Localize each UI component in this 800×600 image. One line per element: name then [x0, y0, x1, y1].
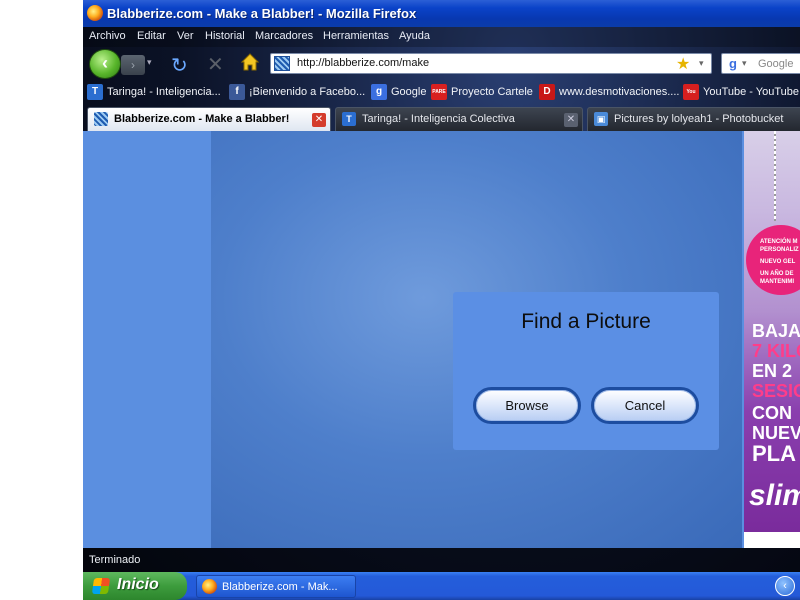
bookmark-favicon-icon: f	[229, 84, 245, 100]
dialog-heading: Find a Picture	[521, 310, 651, 333]
search-box[interactable]: g ▾ Google	[721, 53, 800, 74]
menu-ver[interactable]: Ver	[177, 30, 194, 42]
url-text[interactable]: http://blabberize.com/make	[297, 57, 429, 69]
bookmarks-toolbar: T Taringa! - Inteligencia... f ¡Bienvenido …	[83, 81, 800, 105]
left-margin-panel	[83, 131, 211, 548]
tab-label: Blabberize.com - Make a Blabber!	[114, 113, 290, 125]
google-search-engine-icon[interactable]: g	[725, 56, 741, 72]
bookmark-favicon-icon: T	[87, 84, 103, 100]
tab-strip: Blabberize.com - Make a Blabber! ✕ T Tar…	[83, 105, 800, 131]
menu-editar[interactable]: Editar	[137, 30, 166, 42]
taskbar: Inicio Blabberize.com - Mak... ‹	[83, 572, 800, 600]
blabberize-favicon-icon	[94, 112, 108, 126]
home-icon[interactable]	[241, 53, 259, 71]
ad-headline: SESION	[752, 381, 800, 401]
address-bar[interactable]: http://blabberize.com/make ★ ▾	[270, 53, 712, 74]
search-engine-dropdown-icon[interactable]: ▾	[742, 58, 747, 69]
taskbar-item-label: Blabberize.com - Mak...	[222, 581, 338, 593]
firefox-icon	[87, 5, 103, 21]
site-favicon-icon	[274, 56, 290, 71]
desktop-background	[0, 0, 83, 600]
ad-brand-logo: slim	[749, 479, 800, 512]
stop-button[interactable]: ✕	[207, 52, 224, 77]
bookmark-label: Google	[391, 86, 427, 98]
ad-headline: PLA	[752, 441, 796, 466]
windows-logo-icon	[91, 578, 111, 594]
close-tab-icon[interactable]: ✕	[564, 113, 578, 127]
bookmark-star-icon[interactable]: ★	[676, 54, 690, 74]
menu-historial[interactable]: Historial	[205, 30, 245, 42]
tab-label: Pictures by lolyeah1 - Photobucket	[614, 113, 784, 125]
necklace-image	[774, 131, 776, 221]
start-label: Inicio	[117, 576, 159, 593]
reload-button[interactable]: ↻	[171, 53, 188, 78]
start-button[interactable]: Inicio	[83, 572, 187, 600]
menu-archivo[interactable]: Archivo	[89, 30, 126, 42]
back-button[interactable]: ‹	[89, 49, 121, 79]
tab-photobucket[interactable]: ▣ Pictures by lolyeah1 - Photobucket	[587, 107, 800, 131]
forward-button[interactable]: ›	[121, 55, 145, 75]
browse-button[interactable]: Browse	[473, 387, 581, 424]
navigation-toolbar: ‹ › ▾ ↻ ✕ http://blabberize.com/make ★ ▾…	[83, 47, 800, 81]
status-bar: Terminado	[83, 548, 800, 572]
history-dropdown-icon[interactable]: ▾	[147, 57, 152, 68]
photobucket-favicon-icon: ▣	[594, 112, 608, 126]
ad-headline: 7 KILO	[752, 341, 800, 361]
firefox-window: Blabberize.com - Make a Blabber! - Mozil…	[83, 0, 800, 572]
ad-headline: BAJA	[752, 321, 800, 341]
tab-taringa[interactable]: T Taringa! - Inteligencia Colectiva ✕	[335, 107, 583, 131]
tray-expand-button[interactable]: ‹	[775, 576, 795, 596]
page-content: Find a Picture Browse Cancel ATENCIÓN M …	[83, 131, 800, 548]
close-tab-icon[interactable]: ✕	[312, 113, 326, 127]
bookmark-label: ¡Bienvenido a Facebo...	[249, 86, 366, 98]
menu-bar: Archivo Editar Ver Historial Marcadores …	[83, 27, 800, 47]
cancel-button[interactable]: Cancel	[591, 387, 699, 424]
ad-headline: CON	[752, 403, 792, 423]
bookmark-favicon-icon: PARE	[431, 84, 447, 100]
bookmark-label: Proyecto Cartele	[451, 86, 533, 98]
taskbar-item-firefox[interactable]: Blabberize.com - Mak...	[196, 575, 356, 598]
find-picture-dialog: Find a Picture Browse Cancel	[453, 292, 719, 450]
bookmark-favicon-icon: D	[539, 84, 555, 100]
ad-badge-text: MANTENIMI	[760, 279, 794, 285]
ad-badge-text: UN AÑO DE	[760, 271, 794, 277]
url-dropdown-icon[interactable]: ▾	[699, 58, 704, 69]
title-bar[interactable]: Blabberize.com - Make a Blabber! - Mozil…	[83, 0, 800, 27]
tab-blabberize[interactable]: Blabberize.com - Make a Blabber! ✕	[87, 107, 331, 131]
advertisement-banner[interactable]: ATENCIÓN M PERSONALIZ NUEVO GEL UN AÑO D…	[744, 131, 800, 532]
search-placeholder: Google	[758, 58, 794, 70]
ad-badge-text: PERSONALIZ	[760, 247, 799, 253]
window-title: Blabberize.com - Make a Blabber! - Mozil…	[107, 6, 417, 21]
menu-ayuda[interactable]: Ayuda	[399, 30, 430, 42]
menu-marcadores[interactable]: Marcadores	[255, 30, 313, 42]
firefox-icon	[202, 579, 217, 594]
bookmark-label: www.desmotivaciones....	[559, 86, 680, 98]
bookmark-favicon-icon: g	[371, 84, 387, 100]
menu-herramientas[interactable]: Herramientas	[323, 30, 389, 42]
bookmark-label: YouTube - YouTube	[703, 86, 800, 98]
tab-label: Taringa! - Inteligencia Colectiva	[362, 113, 515, 125]
status-text: Terminado	[89, 554, 141, 566]
ad-badge-text: ATENCIÓN M	[760, 239, 798, 245]
ad-badge-text: NUEVO GEL	[760, 259, 796, 265]
bookmark-label: Taringa! - Inteligencia...	[107, 86, 221, 98]
ad-headline: EN 2	[752, 361, 793, 381]
bookmark-favicon-icon: You	[683, 84, 699, 100]
taringa-favicon-icon: T	[342, 112, 356, 126]
